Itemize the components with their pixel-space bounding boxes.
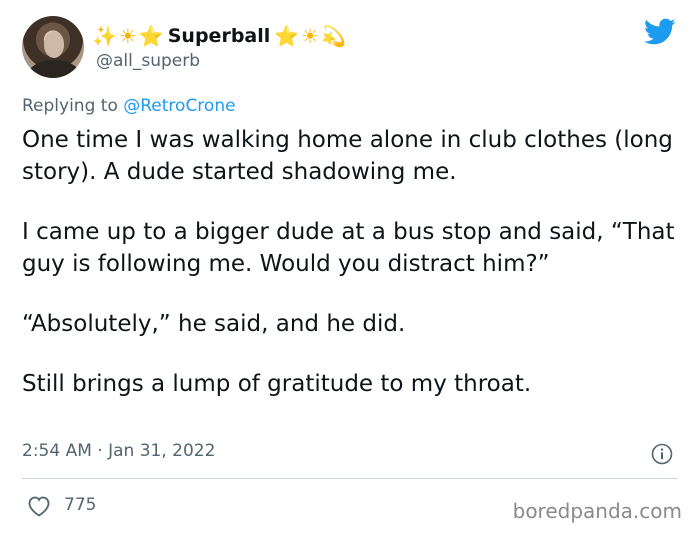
reply-mention-link[interactable]: @RetroCrone bbox=[123, 96, 235, 116]
watermark: boredpanda.com bbox=[512, 499, 682, 523]
tweet-paragraph: I came up to a bigger dude at a bus stop… bbox=[22, 219, 675, 277]
avatar-face bbox=[44, 32, 64, 58]
display-name[interactable]: Superball bbox=[168, 25, 271, 47]
sun-emoji: ☀ bbox=[301, 24, 320, 48]
tweet-paragraph: Still brings a lump of gratitude to my t… bbox=[22, 371, 532, 397]
author-name-row[interactable]: ✨ ☀ ⭐ Superball ⭐ ☀ 💫 bbox=[92, 22, 346, 50]
avatar[interactable] bbox=[22, 16, 84, 78]
tweet-paragraph: One time I was walking home alone in clu… bbox=[22, 127, 673, 185]
tweet-paragraph: “Absolutely,” he said, and he did. bbox=[22, 311, 406, 337]
star-emoji: ⭐ bbox=[274, 24, 300, 48]
tweet-body: One time I was walking home alone in clu… bbox=[22, 124, 682, 428]
replying-prefix: Replying to bbox=[22, 96, 124, 116]
replying-to: Replying to @RetroCrone bbox=[22, 96, 236, 116]
divider bbox=[22, 478, 678, 479]
dizzy-emoji: 💫 bbox=[321, 24, 347, 48]
sun-emoji: ☀ bbox=[118, 24, 137, 48]
star-emoji: ⭐ bbox=[138, 24, 164, 48]
like-count[interactable]: 775 bbox=[64, 495, 96, 515]
tweet-timestamp[interactable]: 2:54 AM · Jan 31, 2022 bbox=[22, 441, 215, 461]
sparkles-emoji: ✨ bbox=[92, 24, 117, 48]
author-handle[interactable]: @all_superb bbox=[96, 51, 200, 71]
info-icon[interactable] bbox=[651, 443, 673, 465]
avatar-shoulders bbox=[28, 60, 80, 78]
twitter-bird-icon[interactable] bbox=[644, 18, 676, 46]
heart-icon[interactable] bbox=[27, 495, 51, 517]
